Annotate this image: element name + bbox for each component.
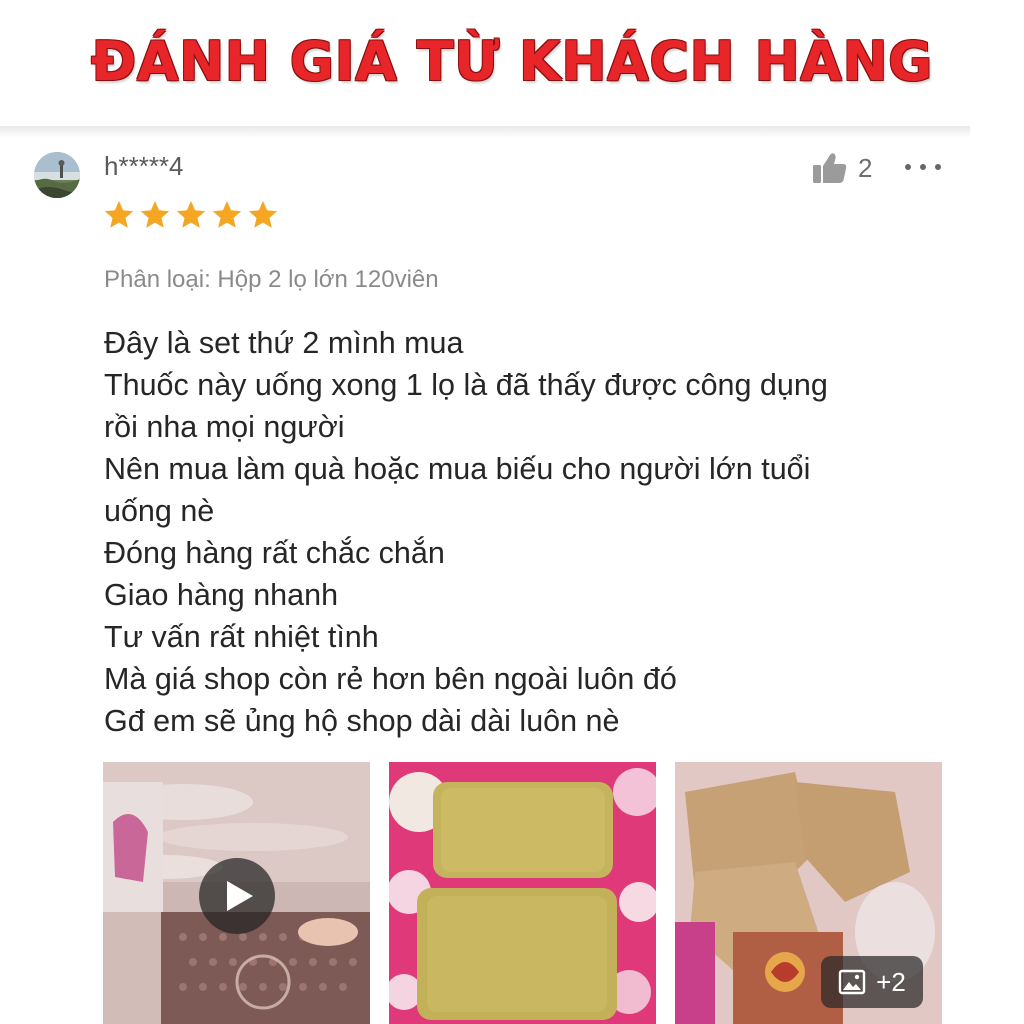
review-photo-2[interactable] — [389, 762, 656, 1024]
star-icon — [212, 201, 242, 228]
thumbs-up-icon — [813, 153, 847, 183]
banner-title: ĐÁNH GIÁ TỪ KHÁCH HÀNG — [91, 30, 933, 93]
more-photos-count: +2 — [876, 966, 906, 997]
review-line: Thuốc này uống xong 1 lọ là đã thấy được… — [104, 368, 828, 402]
review-line: uống nè — [104, 494, 215, 528]
review-line: Mà giá shop còn rẻ hơn bên ngoài luôn đó — [104, 662, 677, 696]
more-dots-icon[interactable] — [905, 152, 941, 182]
review-line: Đây là set thứ 2 mình mua — [104, 326, 464, 360]
header-shadow — [0, 126, 970, 138]
play-icon — [227, 881, 253, 911]
like-button[interactable]: 2 — [812, 150, 872, 186]
more-photos-badge[interactable]: +2 — [821, 956, 923, 1008]
wrapped-parcels-photo — [389, 762, 656, 1024]
like-count: 2 — [858, 152, 873, 183]
star-icon — [140, 201, 170, 228]
star-rating — [103, 199, 279, 231]
reviewer-username: h*****4 — [104, 151, 184, 181]
star-icon — [104, 201, 134, 228]
variant-label: Phân loại: Hộp 2 lọ lớn 120viên — [104, 266, 439, 293]
review-text: Đây là set thứ 2 mình mua Thuốc này uống … — [104, 322, 934, 742]
review-line: Nên mua làm quà hoặc mua biếu cho người … — [104, 452, 811, 486]
review-line: Giao hàng nhanh — [104, 578, 339, 612]
review-video-thumbnail[interactable] — [103, 762, 370, 1024]
banner: ĐÁNH GIÁ TỪ KHÁCH HÀNG — [0, 0, 1024, 132]
star-icon — [176, 201, 206, 228]
review-line: Tư vấn rất nhiệt tình — [104, 620, 379, 654]
avatar-photo — [34, 152, 80, 198]
review-photo-3[interactable]: +2 — [675, 762, 942, 1024]
review-line: rồi nha mọi người — [104, 410, 345, 444]
user-avatar[interactable] — [34, 152, 80, 198]
star-icon — [248, 201, 278, 228]
play-button[interactable] — [199, 858, 275, 934]
review-line: Gđ em sẽ ủng hộ shop dài dài luôn nè — [104, 704, 620, 738]
gallery-icon — [838, 969, 866, 995]
review-line: Đóng hàng rất chắc chắn — [104, 536, 445, 570]
